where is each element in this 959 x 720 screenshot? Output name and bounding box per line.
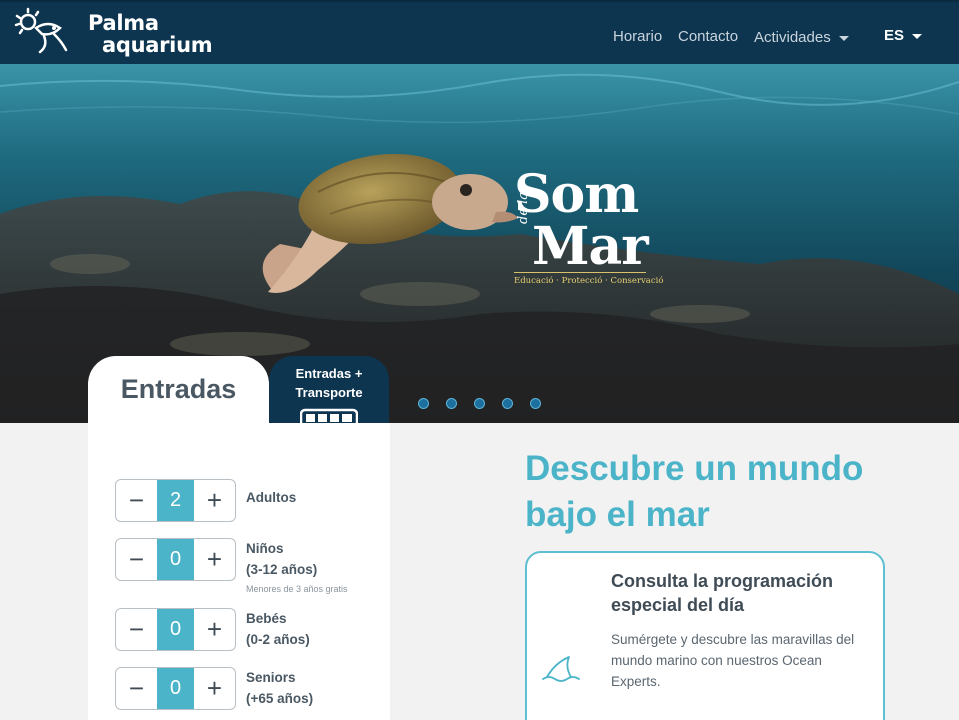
tab-entradas-label: Entradas: [120, 374, 237, 404]
tab-entradas[interactable]: Entradas: [88, 356, 269, 428]
nav-horario-label: Horario: [613, 28, 663, 45]
card-title: Consulta la programación especial del dí…: [611, 571, 834, 615]
nav-actividades-dropdown[interactable]: Actividades: [754, 29, 849, 46]
row-label: Niños (3-12 años): [246, 538, 317, 580]
decrement-button[interactable]: −: [116, 609, 157, 650]
palma-aquarium-logo[interactable]: Palma aquarium: [14, 6, 213, 60]
row-label: Adultos: [246, 490, 297, 505]
carousel-dot[interactable]: [418, 398, 429, 409]
tab-transporte-label: Entradas + Transporte: [295, 366, 363, 400]
chevron-down-icon: [912, 33, 923, 39]
row-note: Menores de 3 años gratis: [246, 584, 348, 594]
row-label-name: Niños: [246, 541, 284, 556]
program-card[interactable]: Consulta la programación especial del dí…: [525, 551, 885, 720]
counter-row-seniors: − 0 + Seniors (+65 años): [115, 667, 375, 711]
counter-row-ninos: − 0 + Niños (3-12 años) Menores de 3 año…: [115, 538, 375, 594]
carousel-dot[interactable]: [502, 398, 513, 409]
nav-horario[interactable]: Horario: [613, 28, 662, 45]
quantity-stepper: − 0 +: [115, 538, 236, 581]
increment-button[interactable]: +: [194, 539, 235, 580]
decrement-button[interactable]: −: [116, 668, 157, 709]
language-selector[interactable]: ES: [884, 27, 923, 44]
counter-row-bebes: − 0 + Bebés (0-2 años): [115, 608, 375, 652]
quantity-value[interactable]: 0: [157, 609, 194, 650]
quantity-stepper: − 0 +: [115, 667, 236, 710]
quantity-stepper: − 0 +: [115, 608, 236, 651]
language-label: ES: [884, 27, 905, 44]
logo-line-2: aquarium: [102, 33, 213, 57]
quantity-value[interactable]: 0: [157, 539, 194, 580]
quantity-value[interactable]: 2: [157, 480, 194, 521]
row-label-name: Seniors: [246, 670, 296, 685]
section-heading: Descubre un mundo bajo el mar: [525, 449, 864, 534]
brand-divider: [514, 272, 646, 273]
carousel-dot[interactable]: [474, 398, 485, 409]
carousel-dot[interactable]: [530, 398, 541, 409]
brand-mar: Mar: [532, 216, 649, 277]
shark-fin-icon: [542, 656, 580, 682]
counter-row-adultos: − 2 + Adultos: [115, 479, 375, 523]
decrement-button[interactable]: −: [116, 480, 157, 521]
row-label: Bebés (0-2 años): [246, 608, 310, 650]
chevron-down-icon: [838, 35, 849, 41]
card-body: Sumérgete y descubre las maravillas del …: [611, 632, 855, 689]
increment-button[interactable]: +: [194, 668, 235, 709]
increment-button[interactable]: +: [194, 609, 235, 650]
nav-contacto-label: Contacto: [678, 28, 739, 45]
row-label-age: (0-2 años): [246, 632, 310, 647]
site-header: Palma aquarium Horario Contacto Activida…: [0, 0, 959, 64]
increment-button[interactable]: +: [194, 480, 235, 521]
nav-contacto[interactable]: Contacto: [678, 28, 738, 45]
logo-wordmark: Palma aquarium: [88, 11, 213, 57]
quantity-stepper: − 2 +: [115, 479, 236, 522]
logo-line-1: Palma: [88, 11, 159, 35]
row-label-age: (3-12 años): [246, 562, 318, 577]
quantity-value[interactable]: 0: [157, 668, 194, 709]
row-label: Seniors (+65 años): [246, 667, 313, 709]
brand-de-la: de la: [516, 191, 531, 224]
carousel-dot[interactable]: [446, 398, 457, 409]
decrement-button[interactable]: −: [116, 539, 157, 580]
nav-actividades-label: Actividades: [754, 29, 831, 46]
row-label-name: Bebés: [246, 611, 287, 626]
brand-tagline: Educació · Protecció · Conservació: [514, 276, 664, 286]
row-label-age: (+65 años): [246, 691, 314, 706]
sun-diver-icon: [14, 7, 68, 54]
